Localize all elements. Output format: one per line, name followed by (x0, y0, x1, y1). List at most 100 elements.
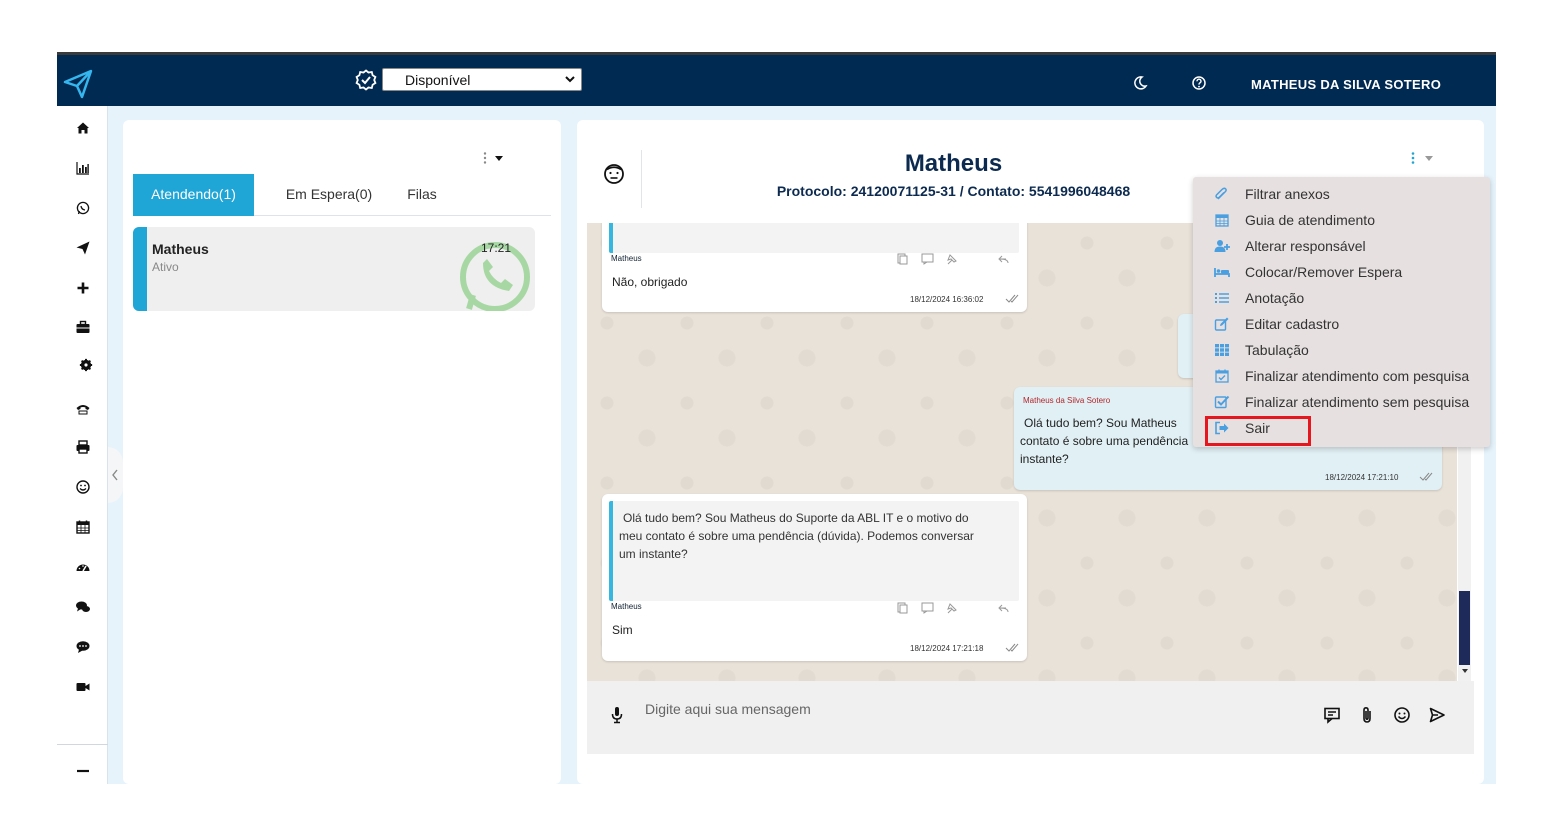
home-icon[interactable] (75, 120, 91, 136)
moon-icon[interactable] (1132, 75, 1148, 91)
edit-icon (1214, 317, 1229, 331)
paperclip-icon (1215, 187, 1227, 200)
whatsapp-icon[interactable] (75, 200, 91, 216)
sair-highlight-box (1205, 416, 1311, 446)
paper-plane-logo-icon[interactable] (61, 67, 95, 101)
tab-em-espera[interactable]: Em Espera(0) (264, 174, 394, 216)
collapse-sidebar-handle[interactable] (108, 447, 123, 503)
user-plus-icon (1214, 240, 1230, 252)
quoted-message (609, 223, 1019, 253)
pin-icon (947, 603, 957, 614)
check-square-icon (1214, 395, 1230, 409)
calendar-check-icon (1215, 369, 1229, 383)
double-check-icon (1005, 294, 1019, 303)
conversation-time: 17:21 (481, 241, 512, 255)
message-text: Sim (612, 623, 633, 637)
menu-item-guia-atendimento[interactable]: Guia de atendimento (1193, 208, 1490, 234)
message-text-line: contato é sobre uma pendência (1020, 434, 1189, 448)
scrollbar-thumb[interactable] (1459, 591, 1470, 665)
menu-item-label: Alterar responsável (1245, 238, 1366, 254)
help-icon[interactable] (1191, 75, 1207, 91)
conversation-tabs: Atendendo(1) Em Espera(0) Filas (133, 174, 551, 216)
emoji-icon[interactable] (1393, 706, 1411, 724)
chevron-left-icon (112, 469, 118, 481)
message-text-line: instante? (1020, 452, 1069, 466)
scroll-down-arrow-icon[interactable] (1461, 667, 1469, 675)
copy-icon (897, 253, 908, 265)
chat-bubbles-icon[interactable] (75, 599, 91, 615)
badge-check-icon (355, 69, 377, 91)
briefcase-icon[interactable] (75, 319, 91, 335)
message-actions (897, 253, 1009, 265)
tab-filas[interactable]: Filas (394, 174, 450, 216)
smile-icon[interactable] (75, 479, 91, 495)
double-check-icon (1419, 472, 1433, 481)
message-bubble: Olá tudo bem? Sou Matheus do Suporte da … (602, 494, 1027, 661)
menu-item-anotacao[interactable]: Anotação (1193, 286, 1490, 312)
menu-item-label: Anotação (1245, 290, 1305, 306)
list-icon (1215, 293, 1229, 303)
video-icon[interactable] (75, 679, 91, 695)
chat-options-menu: Filtrar anexos Guia de atendimento Alter… (1193, 177, 1490, 447)
dashboard-icon[interactable] (75, 559, 91, 575)
conversation-active-bar (133, 227, 147, 311)
menu-item-label: Colocar/Remover Espera (1245, 264, 1403, 280)
calendar-icon (1215, 214, 1229, 227)
menu-item-alterar-responsavel[interactable]: Alterar responsável (1193, 234, 1490, 260)
calendar-icon[interactable] (75, 519, 91, 535)
gear-icon[interactable] (79, 358, 93, 372)
message-bubble: Matheus Não, obrigado 18/12/2024 16:36:0… (602, 223, 1027, 312)
message-text-line: Olá tudo bem? Sou Matheus (1024, 416, 1177, 430)
message-sender: Matheus (611, 254, 642, 263)
message-timestamp: 18/12/2024 16:36:02 (910, 295, 984, 304)
reply-icon (998, 255, 1009, 264)
menu-item-label: Guia de atendimento (1245, 212, 1375, 228)
double-check-icon (1005, 643, 1019, 652)
reply-icon (998, 604, 1009, 613)
conversation-card[interactable]: Matheus Ativo 17:21 (133, 227, 535, 311)
comment-icon (921, 602, 934, 614)
sidebar-divider (57, 744, 108, 745)
message-sender: Matheus da Silva Sotero (1023, 396, 1111, 405)
user-name[interactable]: MATHEUS DA SILVA SOTERO (1251, 77, 1441, 92)
menu-item-label: Finalizar atendimento sem pesquisa (1245, 394, 1470, 410)
status-select[interactable]: Disponível (382, 68, 582, 91)
sidebar (57, 106, 108, 784)
menu-item-colocar-remover-espera[interactable]: Colocar/Remover Espera (1193, 260, 1490, 286)
app-window: Disponível MATHEUS DA SILVA SOTERO Atend… (57, 52, 1496, 784)
menu-item-filtrar-anexos[interactable]: Filtrar anexos (1193, 182, 1490, 208)
pin-icon (947, 254, 957, 265)
quoted-text-line: um instante? (619, 547, 688, 561)
bed-icon (1214, 268, 1230, 277)
microphone-icon[interactable] (609, 706, 625, 724)
message-text: Não, obrigado (612, 275, 688, 289)
menu-item-editar-cadastro[interactable]: Editar cadastro (1193, 312, 1490, 338)
chevron-down-icon (565, 76, 575, 83)
quick-reply-icon[interactable] (1323, 706, 1341, 724)
menu-item-label: Finalizar atendimento com pesquisa (1245, 368, 1470, 384)
tab-atendendo[interactable]: Atendendo(1) (133, 174, 254, 216)
message-sender: Matheus (611, 602, 642, 611)
menu-item-finalizar-com-pesquisa[interactable]: Finalizar atendimento com pesquisa (1193, 364, 1490, 390)
grid-icon (1215, 344, 1229, 356)
kebab-dropdown-icon[interactable] (481, 151, 511, 165)
plus-icon[interactable] (75, 280, 91, 296)
menu-item-label: Tabulação (1245, 342, 1309, 358)
menu-item-label: Filtrar anexos (1245, 186, 1330, 202)
send-message-icon[interactable] (1428, 706, 1446, 724)
phone-icon[interactable] (75, 400, 91, 416)
menu-item-finalizar-sem-pesquisa[interactable]: Finalizar atendimento sem pesquisa (1193, 390, 1490, 416)
message-actions (897, 602, 1009, 614)
quoted-message: Olá tudo bem? Sou Matheus do Suporte da … (609, 501, 1019, 601)
menu-item-tabulacao[interactable]: Tabulação (1193, 338, 1490, 364)
bar-chart-icon[interactable] (75, 160, 91, 176)
conversation-name: Matheus (152, 241, 209, 257)
message-input[interactable]: Digite aqui sua mensagem (645, 701, 1245, 721)
chat-options-kebab-icon[interactable] (1409, 151, 1439, 165)
message-timestamp: 18/12/2024 17:21:10 (1325, 473, 1399, 482)
printer-icon[interactable] (75, 439, 91, 455)
send-icon[interactable] (75, 240, 91, 256)
paperclip-icon[interactable] (1358, 706, 1376, 724)
minus-icon[interactable] (75, 763, 91, 779)
comment-icon[interactable] (75, 639, 91, 655)
